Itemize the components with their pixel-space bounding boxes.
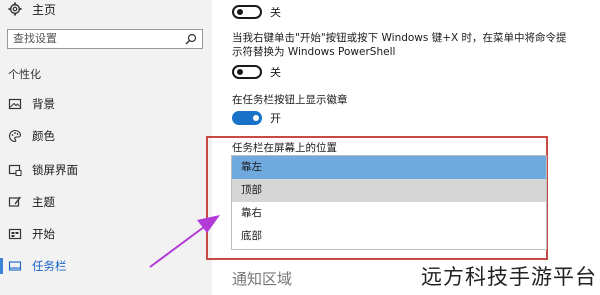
sidebar-item-lock-screen[interactable]: 锁屏界面 bbox=[8, 160, 78, 180]
main-content: 关 当我右键单击"开始"按钮或按下 Windows 键+X 时，在菜单中将命令提… bbox=[206, 0, 600, 295]
sidebar-item-taskbar[interactable]: 任务栏 bbox=[8, 256, 67, 276]
toggle-row-badges: 开 bbox=[232, 109, 281, 127]
toggle-knob bbox=[237, 9, 243, 15]
toggle-state-label: 开 bbox=[270, 112, 281, 125]
sidebar-item-label: 颜色 bbox=[32, 129, 55, 143]
taskbar-icon bbox=[8, 261, 22, 271]
option-right[interactable]: 靠右 bbox=[232, 202, 546, 225]
home-nav-item[interactable]: 主页 bbox=[8, 0, 56, 18]
section-label-personalization: 个性化 bbox=[8, 68, 41, 81]
lock-screen-icon bbox=[8, 164, 22, 176]
search-input[interactable]: 查找设置 bbox=[13, 30, 57, 48]
image-icon bbox=[8, 98, 22, 110]
home-label: 主页 bbox=[32, 2, 57, 17]
powershell-toggle[interactable] bbox=[232, 65, 262, 79]
toggle-knob bbox=[237, 69, 243, 75]
badge-setting-label: 在任务栏按钮上显示徽章 bbox=[232, 94, 348, 106]
sidebar-item-label: 背景 bbox=[32, 97, 55, 111]
sidebar-item-label: 锁屏界面 bbox=[32, 163, 78, 177]
search-icon[interactable] bbox=[185, 33, 197, 45]
sidebar-item-label: 任务栏 bbox=[32, 259, 67, 273]
toggle-switch[interactable] bbox=[232, 5, 262, 19]
toggle-state-label: 关 bbox=[270, 66, 281, 79]
toggle-row-1: 关 bbox=[232, 3, 281, 21]
option-top[interactable]: 顶部 bbox=[232, 179, 546, 202]
watermark-text: 远方科技手游平台 bbox=[421, 265, 597, 289]
powershell-description: 当我右键单击"开始"按钮或按下 Windows 键+X 时，在菜单中将命令提示符… bbox=[232, 32, 567, 58]
taskbar-location-label: 任务栏在屏幕上的位置 bbox=[232, 142, 337, 154]
sidebar-item-colors[interactable]: 颜色 bbox=[8, 126, 55, 146]
taskbar-location-dropdown[interactable]: 靠左 顶部 靠右 底部 bbox=[231, 155, 547, 250]
option-bottom[interactable]: 底部 bbox=[232, 225, 546, 248]
palette-icon bbox=[9, 129, 22, 143]
toggle-knob bbox=[253, 115, 259, 121]
sidebar-item-background[interactable]: 背景 bbox=[8, 94, 55, 114]
option-left[interactable]: 靠左 bbox=[232, 156, 546, 179]
sidebar-item-themes[interactable]: 主题 bbox=[8, 192, 55, 212]
toggle-state-label: 关 bbox=[270, 6, 281, 19]
badges-toggle[interactable] bbox=[232, 111, 262, 125]
sidebar-item-label: 主题 bbox=[32, 195, 55, 209]
sidebar-item-start[interactable]: 开始 bbox=[8, 224, 55, 244]
active-indicator bbox=[0, 258, 3, 274]
notification-area-heading: 通知区域 bbox=[232, 270, 293, 288]
start-icon bbox=[8, 228, 22, 240]
sidebar: 主页 查找设置 个性化 背景 颜色 锁屏界面 主题 开始 任务栏 bbox=[0, 0, 212, 295]
sidebar-item-label: 开始 bbox=[32, 227, 55, 241]
toggle-row-powershell: 关 bbox=[232, 63, 281, 81]
gear-icon bbox=[8, 2, 22, 16]
search-box[interactable]: 查找设置 bbox=[7, 29, 203, 49]
theme-icon bbox=[8, 196, 22, 207]
